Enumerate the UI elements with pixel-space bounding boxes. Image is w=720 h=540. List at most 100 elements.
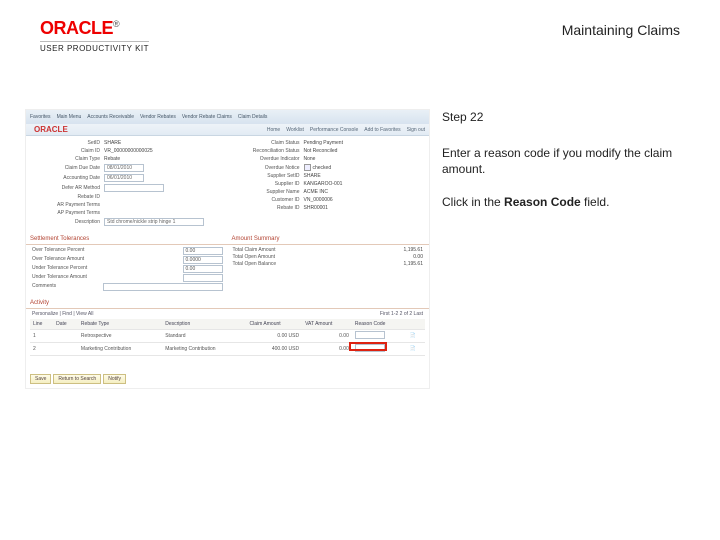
product-line: USER PRODUCTIVITY KIT [40,41,149,53]
form-col-left: SetIDSHARE Claim IDVR_00000000000025 Cla… [32,140,224,228]
td: 2 [30,342,53,355]
form-area: SetIDSHARE Claim IDVR_00000000000025 Cla… [26,136,429,232]
flabel: Supplier Name [232,189,304,195]
text-input[interactable]: Std chrome/nickle strip hinge 1 [104,218,204,226]
fval: SHARE [104,140,121,146]
crumb: Vendor Rebate Claims [182,114,232,120]
content-row: Favorites Main Menu Accounts Receivable … [0,109,720,389]
scroll-icon[interactable]: 📄 [407,329,425,342]
instruction-panel: Step 22 Enter a reason code if you modif… [442,109,682,389]
slabel: Comments [32,283,56,291]
td: 1 [30,329,53,342]
flabel: Reconciliation Status [232,148,304,154]
fval: Rebate [104,156,120,162]
th: Reason Code [352,319,407,329]
fval: Not Reconciled [304,148,338,154]
brand-text: ORACLE [40,18,113,38]
activity-header: Activity [26,298,429,309]
fval: SHARE [304,173,321,179]
sval: 1,195.61 [404,261,423,267]
flabel: Supplier SetID [232,173,304,179]
select-input[interactable] [104,184,164,192]
logo-block: ORACLE® USER PRODUCTIVITY KIT [40,18,149,53]
td [53,329,78,342]
flabel: Overdue Notice [232,165,304,171]
flabel: Claim Type [32,156,104,162]
instr-text: Click in the [442,195,504,209]
step-label: Step 22 [442,109,682,125]
sval-input[interactable]: 0.00 [183,247,223,255]
top-tab[interactable]: Add to Favorites [364,127,400,133]
slabel: Total Open Amount [233,254,276,260]
slabel: Over Tolerance Percent [32,247,84,255]
sval-input[interactable] [183,274,223,282]
breadcrumb: Favorites Main Menu Accounts Receivable … [26,110,429,124]
fval: Pending Payment [304,140,343,146]
th: Date [53,319,78,329]
th [407,319,425,329]
top-tab[interactable]: Sign out [407,127,425,133]
td: Standard [162,329,246,342]
notify-button[interactable]: Notify [103,374,126,384]
th: Line [30,319,53,329]
scroll-icon[interactable]: 📄 [407,342,425,355]
date-input[interactable]: 06/01/2010 [104,174,144,182]
fval: checked [313,165,332,171]
amount-header: Amount Summary [228,234,430,245]
slabel: Over Tolerance Amount [32,256,84,264]
activity-table: Line Date Rebate Type Description Claim … [30,319,425,356]
activity-toolbar: Personalize | Find | View All First 1-2 … [26,309,429,319]
flabel: Accounting Date [32,175,104,181]
page-title: Maintaining Claims [562,18,680,38]
crumb: Main Menu [57,114,82,120]
tolerance-header: Settlement Tolerances [26,234,228,245]
instruction-line-2: Click in the Reason Code field. [442,194,682,210]
comments-input[interactable] [103,283,223,291]
table-row: 1 Retrospective Standard 0.00 USD 0.00 📄 [30,329,425,342]
fval: VR_00000000000025 [104,148,153,154]
trademark: ® [113,19,119,29]
instr-text: field. [581,195,610,209]
crumb: Favorites [30,114,51,120]
td: 0.00 [302,342,352,355]
td: 400.00 USD [247,342,303,355]
sval: 1,195.61 [404,247,423,253]
flabel: AP Payment Terms [32,210,104,216]
slabel: Total Claim Amount [233,247,276,253]
crumb: Vendor Rebates [140,114,176,120]
td [53,342,78,355]
sval-input[interactable]: 0.00 [183,265,223,273]
td: 0.00 USD [247,329,303,342]
app-logo: ORACLE [30,123,72,136]
footer-buttons: Save Return to Search Notify [30,374,126,384]
reason-code-cell[interactable] [352,329,407,342]
top-tab[interactable]: Worklist [286,127,304,133]
checkbox-icon[interactable] [304,164,311,171]
highlight-reason-code [349,342,387,351]
return-button[interactable]: Return to Search [53,374,101,384]
top-tab[interactable]: Performance Console [310,127,358,133]
date-input[interactable]: 08/01/2010 [104,164,144,172]
tolerance-col: Over Tolerance Percent 0.00 Over Toleranc… [32,247,223,292]
page-header: ORACLE® USER PRODUCTIVITY KIT Maintainin… [0,0,720,61]
slabel: Under Tolerance Amount [32,274,87,282]
oracle-logo: ORACLE® [40,18,149,39]
reason-code-field[interactable] [352,342,407,355]
save-button[interactable]: Save [30,374,51,384]
fval: None [304,156,316,162]
fval: VN_0000006 [304,197,333,203]
form-col-right: Claim StatusPending Payment Reconciliati… [232,140,424,228]
flabel: AR Payment Terms [32,202,104,208]
flabel: Claim Due Date [32,165,104,171]
fval: ACME INC [304,189,328,195]
sval-input[interactable]: 0.0000 [183,256,223,264]
crumb: Claim Details [238,114,267,120]
instr-bold: Reason Code [504,195,581,209]
instruction-line-1: Enter a reason code if you modify the cl… [442,145,682,177]
th: VAT Amount [302,319,352,329]
sval: 0.00 [413,254,423,260]
find-label[interactable]: Personalize | Find | View All [32,311,93,317]
top-tab[interactable]: Home [267,127,280,133]
fval: KANGAROO-001 [304,181,343,187]
flabel: Rebate ID [232,205,304,211]
